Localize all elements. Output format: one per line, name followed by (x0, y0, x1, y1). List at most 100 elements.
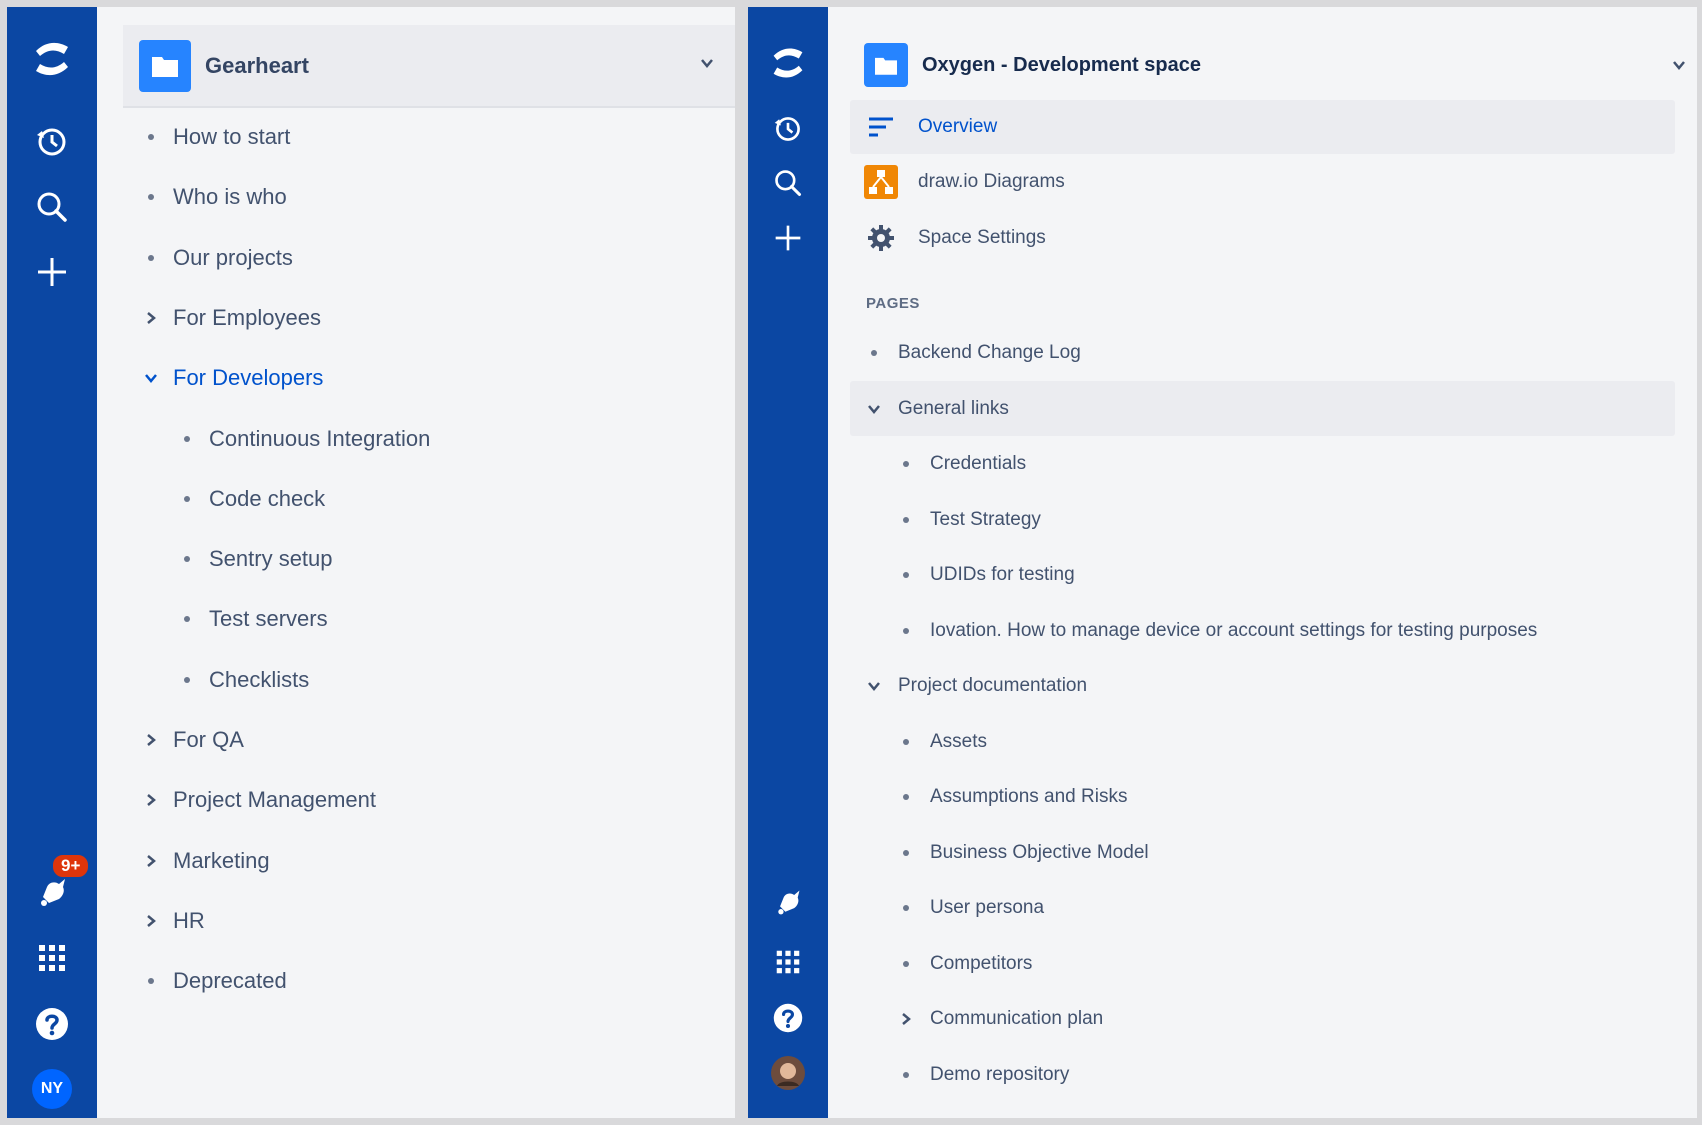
confluence-logo-icon[interactable] (748, 45, 828, 81)
tree-item-label: User persona (930, 897, 1045, 918)
tree-item[interactable]: Demo repository (890, 1057, 1069, 1093)
tree-item[interactable]: Competitors (890, 946, 1032, 982)
bullet-icon (184, 616, 190, 623)
tree-item-label: Who is who (173, 184, 287, 210)
space-header[interactable]: Gearheart (123, 25, 735, 108)
tree-item[interactable]: Our projects (135, 238, 293, 278)
help-icon[interactable] (7, 1006, 97, 1042)
overview-icon (864, 116, 898, 138)
chevron-right-icon[interactable] (898, 1011, 914, 1027)
chevron-down-icon[interactable] (866, 678, 882, 694)
tree-item-label: Communication plan (930, 1008, 1104, 1029)
right-panel: Oxygen - Development space Overview draw.… (748, 7, 1697, 1118)
tree-item[interactable]: For Employees (135, 298, 321, 338)
tree-item[interactable]: Project Management (135, 780, 376, 820)
tree-item[interactable]: Iovation. How to manage device or accoun… (890, 613, 1537, 649)
space-menu-item[interactable]: Space Settings (864, 220, 1046, 256)
tree-item[interactable]: Checklists (171, 660, 309, 700)
tree-item[interactable]: Sentry setup (171, 539, 333, 579)
tree-item-marker (858, 678, 890, 694)
space-menu-item[interactable]: draw.io Diagrams (864, 164, 1065, 200)
tree-item-marker (135, 310, 167, 326)
chevron-right-icon[interactable] (143, 310, 159, 326)
bullet-icon (903, 849, 909, 856)
tree-item[interactable]: Continuous Integration (171, 419, 430, 459)
chevron-right-icon[interactable] (143, 913, 159, 929)
tree-item-label: Test Strategy (930, 508, 1041, 530)
space-title: Gearheart (205, 52, 309, 78)
create-icon[interactable] (748, 223, 828, 253)
bullet-icon (903, 905, 909, 911)
tree-item-label: Continuous Integration (209, 425, 431, 451)
bullet-icon (903, 960, 909, 967)
tree-item-label: Backend Change Log (898, 342, 1081, 363)
tree-item[interactable]: Test Strategy (890, 502, 1041, 538)
tree-item[interactable]: Marketing (135, 841, 270, 881)
chevron-right-icon[interactable] (143, 792, 159, 808)
tree-item[interactable]: Deprecated (135, 961, 287, 1001)
tree-item[interactable]: UDIDs for testing (890, 557, 1075, 593)
tree-item[interactable]: For QA (135, 720, 244, 760)
tree-item[interactable]: Project documentation (858, 668, 1087, 704)
create-icon[interactable] (7, 255, 97, 289)
tree-item-marker (135, 792, 167, 808)
tree-item-marker (890, 905, 922, 911)
tree-item-label: Code check (209, 485, 326, 511)
tree-item-marker (171, 616, 203, 623)
search-icon[interactable] (7, 190, 97, 224)
app-switcher-icon[interactable] (748, 949, 828, 975)
notifications-icon[interactable] (7, 875, 97, 909)
chevron-down-icon[interactable] (699, 55, 715, 76)
tree-item-label: Our projects (173, 244, 293, 270)
tree-item[interactable]: Who is who (135, 177, 287, 217)
space-menu-item[interactable]: Overview (864, 109, 997, 145)
space-header[interactable]: Oxygen - Development space (864, 43, 1201, 87)
app-switcher-icon[interactable] (7, 943, 97, 973)
drawio-icon (864, 165, 898, 200)
chevron-right-icon[interactable] (143, 732, 159, 748)
tree-item-marker (135, 370, 167, 386)
confluence-logo-icon[interactable] (7, 39, 97, 79)
tree-item-marker (890, 794, 922, 800)
tree-item[interactable]: Backend Change Log (858, 335, 1081, 371)
tree-item[interactable]: For Developers (135, 358, 323, 398)
tree-item[interactable]: General links (858, 391, 1009, 427)
tree-item[interactable]: How to start (135, 117, 290, 157)
tree-item-label: Business Objective Model (930, 841, 1149, 863)
tree-item-label: Competitors (930, 952, 1033, 974)
tree-item[interactable]: Code check (171, 479, 325, 519)
user-avatar-photo[interactable] (748, 1056, 828, 1090)
search-icon[interactable] (748, 168, 828, 198)
tree-item-marker (890, 461, 922, 467)
left-panel: 9+ NY Gearheart How to start Who is who Ou… (7, 7, 735, 1118)
recent-icon[interactable] (748, 114, 828, 144)
sidebar: Gearheart How to start Who is who Our proj… (97, 7, 735, 1118)
tree-item[interactable]: User persona (890, 890, 1044, 926)
notifications-icon[interactable] (748, 887, 828, 917)
chevron-right-icon[interactable] (143, 853, 159, 869)
tree-item-marker (135, 194, 167, 201)
pages-heading: PAGES (866, 295, 920, 312)
chevron-down-icon[interactable] (866, 401, 882, 417)
help-icon[interactable] (748, 1002, 828, 1034)
chevron-down-icon[interactable] (143, 370, 159, 386)
bullet-icon (903, 794, 909, 800)
tree-item[interactable]: Test servers (171, 599, 328, 639)
global-nav (748, 7, 828, 1118)
tree-item-marker (890, 516, 922, 523)
tree-item[interactable]: Communication plan (890, 1001, 1103, 1037)
tree-item-label: For Employees (173, 304, 321, 330)
tree-item[interactable]: Assets (890, 724, 987, 760)
tree-item[interactable]: HR (135, 901, 205, 941)
recent-icon[interactable] (7, 125, 97, 159)
tree-item[interactable]: Assumptions and Risks (890, 779, 1127, 815)
chevron-down-icon[interactable] (1671, 57, 1687, 78)
tree-item-label: Sentry setup (209, 546, 333, 572)
tree-item-label: Marketing (173, 847, 270, 873)
tree-item-label: UDIDs for testing (930, 564, 1075, 585)
user-avatar[interactable]: NY (32, 1069, 72, 1109)
tree-item-label: Assumptions and Risks (930, 786, 1128, 807)
tree-item[interactable]: Business Objective Model (890, 835, 1149, 871)
tree-item-label: For Developers (173, 365, 324, 391)
tree-item[interactable]: Credentials (890, 446, 1026, 482)
